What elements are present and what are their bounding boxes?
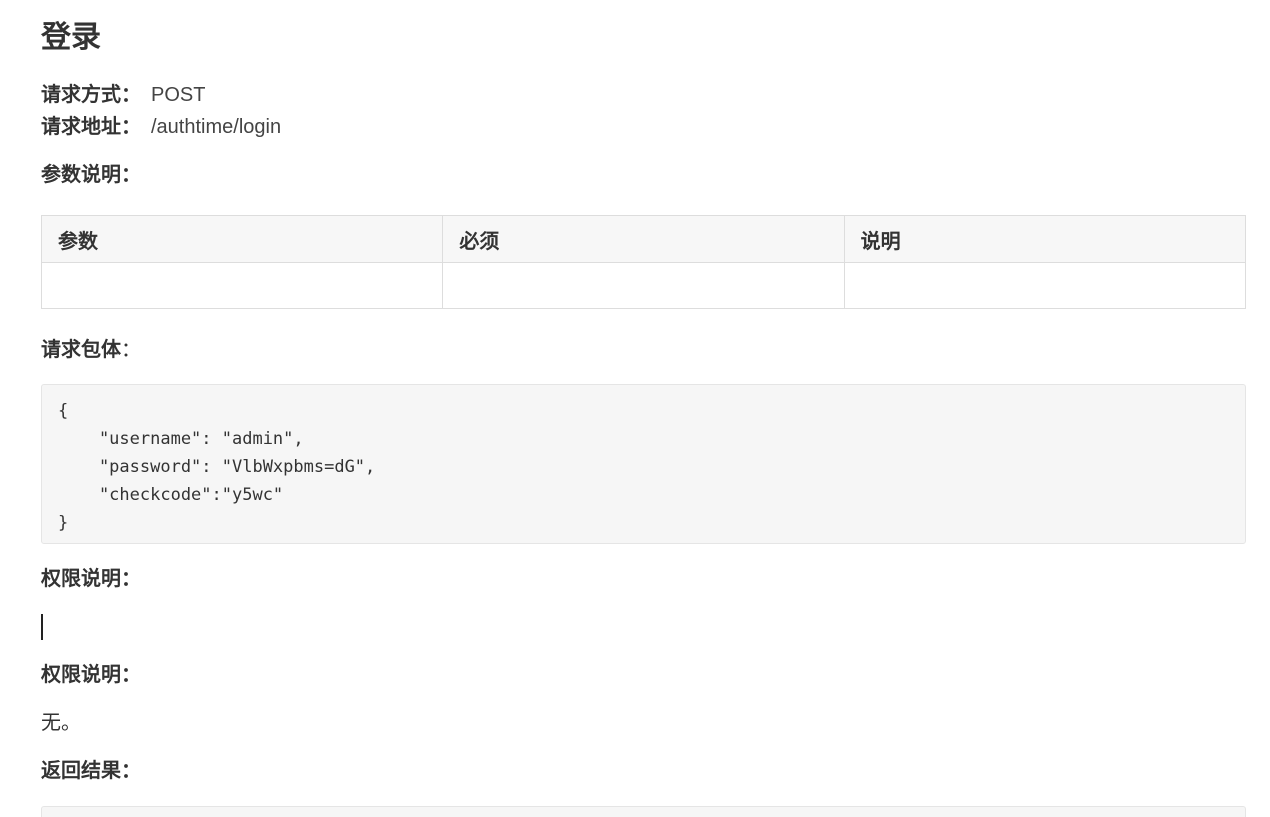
request-body-heading-text: 请求包体 (41, 339, 121, 361)
response-heading: 返回结果： (41, 760, 141, 782)
permissions-heading: 权限说明： (41, 568, 141, 590)
column-header-description: 说明 (843, 215, 1247, 263)
column-header-param: 参数 (40, 215, 444, 263)
table-cell[interactable] (442, 262, 845, 309)
request-method-label: 请求方式： (41, 84, 141, 106)
request-method-line: 请求方式： POST (41, 81, 205, 109)
permissions-heading-2: 权限说明： (41, 664, 141, 686)
table-header-row: 参数 必须 说明 (40, 215, 1247, 263)
request-body-heading-colon: ： (121, 339, 141, 361)
column-header-required: 必须 (442, 215, 845, 263)
request-method-value: POST (151, 84, 206, 106)
request-address-value: /authtime/login (151, 116, 282, 138)
table-row (40, 262, 1247, 309)
params-heading: 参数说明： (41, 164, 141, 186)
request-body-code: { "username": "admin", "password": "VlbW… (58, 401, 376, 533)
table-cell[interactable] (843, 262, 1247, 309)
response-code-block[interactable] (41, 806, 1246, 817)
request-body-heading: 请求包体： (41, 336, 141, 364)
text-cursor (41, 614, 43, 640)
request-body-code-block[interactable]: { "username": "admin", "password": "VlbW… (41, 384, 1246, 544)
table-cell[interactable] (40, 262, 444, 309)
request-address-label: 请求地址： (41, 116, 141, 138)
params-table: 参数 必须 说明 (40, 215, 1247, 309)
permissions-text: 无。 (41, 712, 81, 734)
page-title: 登录 (41, 21, 101, 54)
request-address-line: 请求地址： /authtime/login (41, 113, 281, 141)
